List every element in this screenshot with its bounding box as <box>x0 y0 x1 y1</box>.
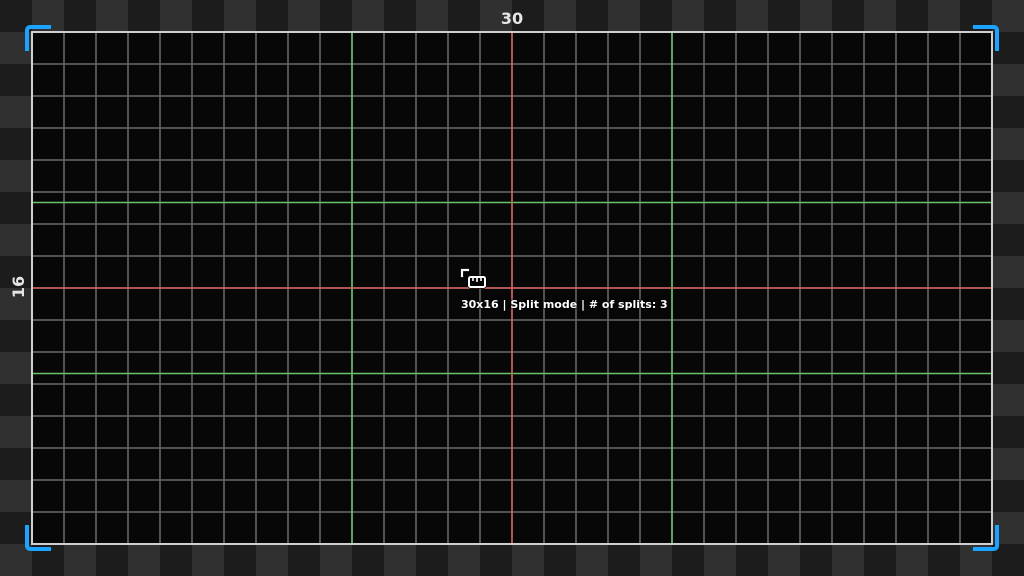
bottom-right-corner-bracket-icon <box>973 525 999 551</box>
status-readout: 30x16 | Split mode | # of splits: 3 <box>461 298 668 311</box>
top-left-corner-bracket-icon <box>25 25 51 51</box>
top-right-corner-bracket-icon <box>973 25 999 51</box>
editor-viewport[interactable]: 30 16 30x16 | Split mode | # of splits: … <box>0 0 1024 576</box>
bottom-left-corner-bracket-icon <box>25 525 51 551</box>
grid-height-label: 16 <box>9 275 28 299</box>
split-grid-canvas[interactable] <box>0 0 1024 576</box>
grid-width-label: 30 <box>500 9 524 28</box>
ruler-cursor-icon <box>460 268 487 289</box>
